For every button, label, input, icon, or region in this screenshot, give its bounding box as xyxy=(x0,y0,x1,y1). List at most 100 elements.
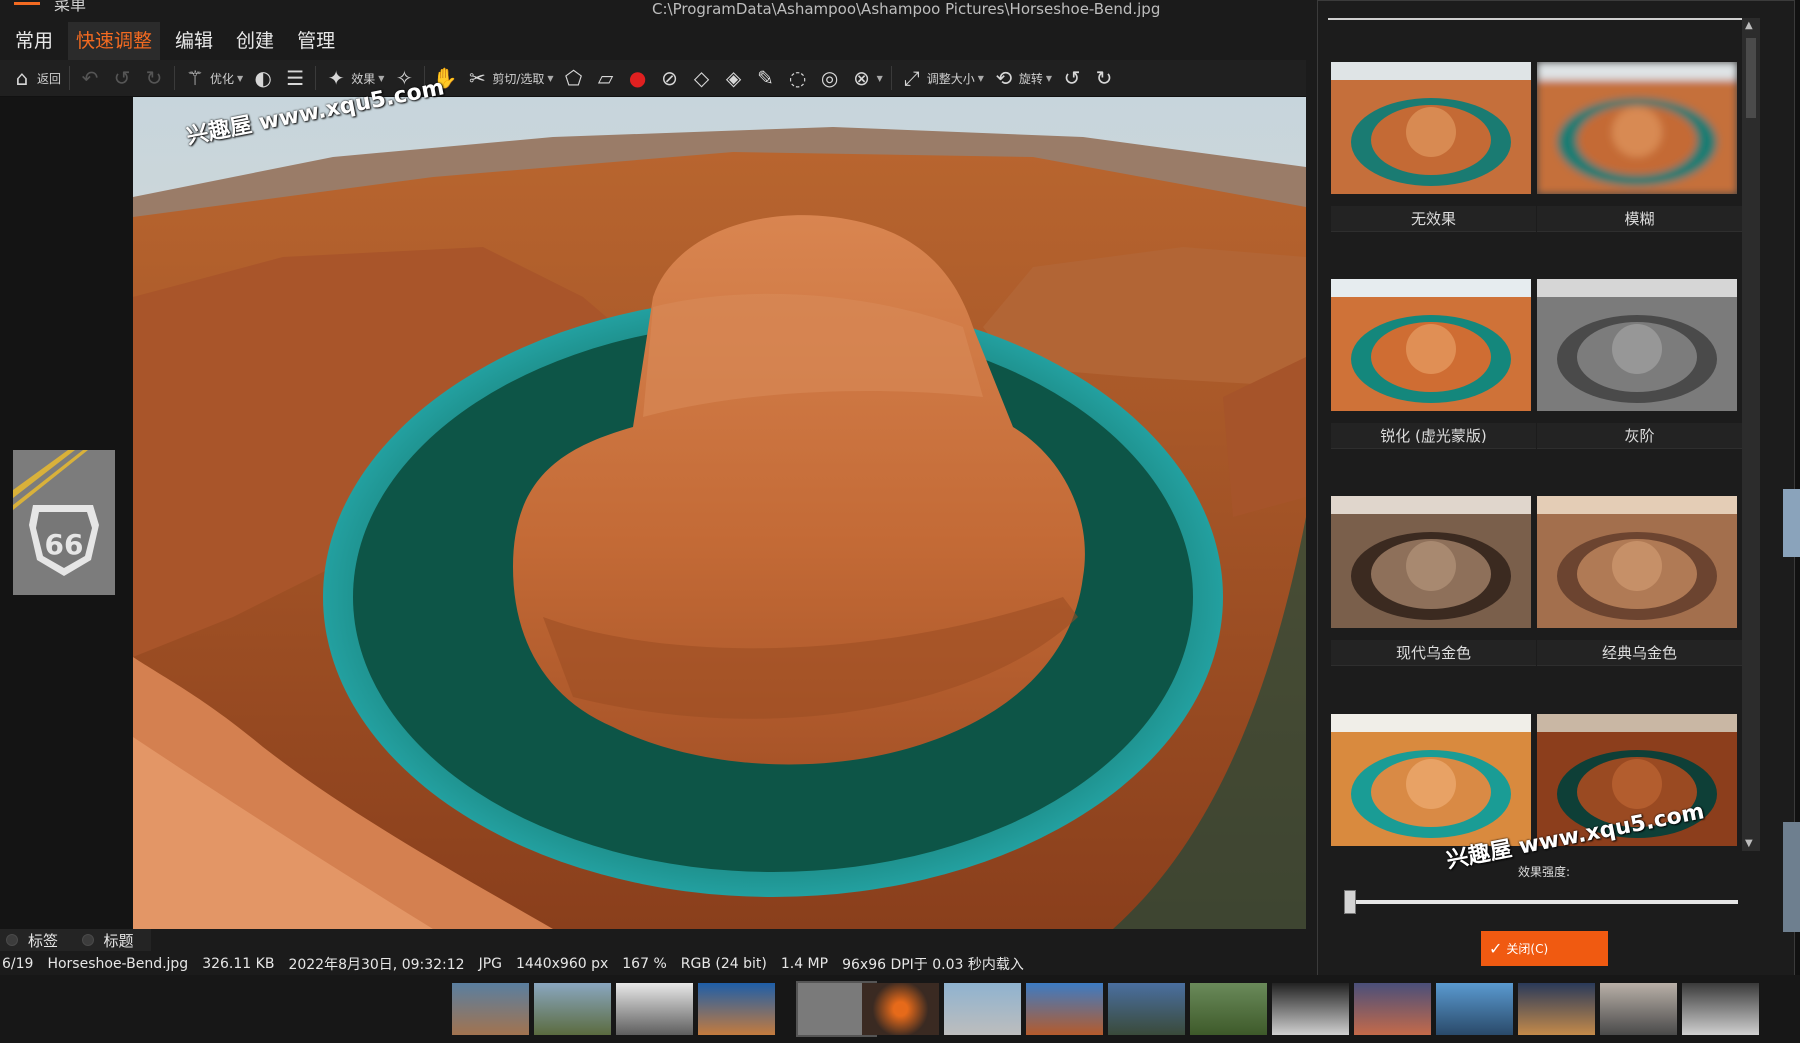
dropdown-arrow-icon: ▼ xyxy=(876,73,883,83)
status-bar: 6/19 Horseshoe-Bend.jpg 326.11 KB 2022年8… xyxy=(0,952,1306,975)
status-dpi-load: 96x96 DPI于 0.03 秒内载入 xyxy=(842,956,1024,973)
fill-button[interactable]: ◈ xyxy=(718,63,750,93)
brightness-icon: ◐ xyxy=(254,66,272,90)
effect-strength-slider-handle[interactable] xyxy=(1344,890,1356,914)
rotate-left-button[interactable]: ↺ xyxy=(1056,63,1088,93)
status-megapixels: 1.4 MP xyxy=(780,955,829,972)
rotate-button[interactable]: ⟲ 旋转 ▼ xyxy=(988,63,1056,93)
heal-button[interactable]: ⊗ ▼ xyxy=(846,63,887,93)
effect-label: 模糊 xyxy=(1537,206,1742,232)
clone-button[interactable]: ⊘ xyxy=(654,63,686,93)
toolbar: ⌂ 返回 ↶ ↺ ↻ ⚚ 优化 ▼ ◐ ☰ ✦ 效果 ▼ ✧ ✋ ✂ 剪切/选取… xyxy=(0,60,1306,97)
effects-scrollbar[interactable]: ▲ ▼ xyxy=(1742,18,1760,851)
undo-all-icon: ↶ xyxy=(81,66,99,90)
rotate-right-button[interactable]: ↻ xyxy=(1088,63,1120,93)
app-window: 菜单 C:\ProgramData\Ashampoo\Ashampoo Pict… xyxy=(0,0,1800,1043)
dropdown-arrow-icon: ▼ xyxy=(977,73,984,83)
redo-button[interactable]: ↻ xyxy=(138,63,170,93)
filmstrip-thumbnail[interactable] xyxy=(1600,983,1677,1035)
close-button[interactable]: ✓ 关闭(C) xyxy=(1481,931,1608,966)
effect-tile-modern-sepia[interactable]: 现代乌金色 xyxy=(1331,496,1536,666)
menu-icon[interactable] xyxy=(14,2,40,5)
menu-item-common[interactable]: 常用 xyxy=(7,22,61,60)
crop-label: 剪切/选取 xyxy=(492,71,545,86)
menu-item-edit[interactable]: 编辑 xyxy=(167,22,221,60)
scroll-up-icon[interactable]: ▲ xyxy=(1745,20,1753,31)
filmstrip-thumbnail[interactable] xyxy=(1190,983,1267,1035)
toolbar-divider xyxy=(315,66,317,90)
filmstrip-thumbnail[interactable] xyxy=(1518,983,1595,1035)
filmstrip-thumbnail[interactable] xyxy=(1682,983,1759,1035)
back-button[interactable]: ⌂ 返回 xyxy=(6,63,65,93)
resize-icon: ⤢ xyxy=(903,66,920,90)
straighten-button[interactable]: ▱ xyxy=(590,63,622,93)
perspective-button[interactable]: ⬠ xyxy=(558,63,590,93)
scroll-down-icon[interactable]: ▼ xyxy=(1745,838,1753,849)
menu-item-manage[interactable]: 管理 xyxy=(289,22,343,60)
filmstrip-thumbnail[interactable] xyxy=(534,983,611,1035)
title-toggle-icon xyxy=(81,934,94,946)
optimize-button[interactable]: ⚚ 优化 ▼ xyxy=(179,63,247,93)
effect-strength-slider[interactable] xyxy=(1348,900,1738,904)
sliders-icon: ☰ xyxy=(286,66,305,90)
red-eye-button[interactable]: ● xyxy=(622,63,654,93)
sparkle-icon: ✦ xyxy=(327,66,345,90)
resize-label: 调整大小 xyxy=(926,71,975,86)
title-bar: 菜单 C:\ProgramData\Ashampoo\Ashampoo Pict… xyxy=(0,0,1306,20)
filmstrip-thumbnail[interactable] xyxy=(1436,983,1513,1035)
undo-button[interactable]: ↺ xyxy=(106,63,138,93)
effect-tile-grayscale[interactable]: 灰阶 xyxy=(1537,279,1742,449)
check-icon: ✓ xyxy=(1489,939,1503,958)
effect-tile-classic-sepia[interactable]: 经典乌金色 xyxy=(1537,496,1742,666)
tab-title[interactable]: 标题 xyxy=(76,930,152,951)
clone-icon: ⊘ xyxy=(661,66,678,90)
effect-label: 经典乌金色 xyxy=(1537,640,1742,666)
effect-tile-none[interactable]: 无效果 xyxy=(1331,62,1536,232)
status-dimensions: 1440x960 px xyxy=(516,955,609,972)
status-filesize: 326.11 KB xyxy=(202,955,275,972)
filmstrip-thumbnail[interactable] xyxy=(698,983,775,1035)
menu-item-quick-adjust[interactable]: 快速调整 xyxy=(68,22,161,60)
eraser-button[interactable]: ◇ xyxy=(686,63,718,93)
tab-tags-label: 标签 xyxy=(28,931,59,950)
vignette-button[interactable]: ◎ xyxy=(814,63,846,93)
redo-icon: ↻ xyxy=(145,66,163,90)
effect-thumbnail xyxy=(1331,496,1531,628)
tab-tags[interactable]: 标签 xyxy=(0,930,76,951)
effect-tile-sharpen[interactable]: 锐化 (虚光蒙版) xyxy=(1331,279,1536,449)
crop-select-button[interactable]: ✂ 剪切/选取 ▼ xyxy=(461,63,557,93)
vignette-icon: ◎ xyxy=(820,66,839,90)
effect-tile-blur[interactable]: 模糊 xyxy=(1537,62,1742,232)
effect-thumbnail xyxy=(1537,496,1737,628)
adjust-button[interactable]: ☰ xyxy=(279,63,311,93)
brightness-button[interactable]: ◐ xyxy=(247,63,279,93)
dropdown-arrow-icon: ▼ xyxy=(1045,73,1053,83)
filmstrip-thumbnail[interactable] xyxy=(1108,983,1185,1035)
scroll-thumb[interactable] xyxy=(1746,38,1756,118)
tag-toggle-icon xyxy=(6,934,18,946)
main-image-canvas[interactable] xyxy=(133,97,1306,929)
filmstrip-thumbnail[interactable] xyxy=(1354,983,1431,1035)
resize-button[interactable]: ⤢ 调整大小 ▼ xyxy=(896,63,988,93)
effect-tile-vivid[interactable] xyxy=(1331,714,1531,846)
filmstrip-thumbnail[interactable] xyxy=(452,983,529,1035)
menu-item-create[interactable]: 创建 xyxy=(228,22,282,60)
filmstrip-thumbnail[interactable] xyxy=(862,983,939,1035)
lasso-button[interactable]: ◌ xyxy=(782,63,814,93)
effect-label: 现代乌金色 xyxy=(1331,640,1536,666)
pipette-button[interactable]: ✎ xyxy=(750,63,782,93)
filmstrip-thumbnail[interactable] xyxy=(1272,983,1349,1035)
filmstrip-thumbnail[interactable] xyxy=(616,983,693,1035)
status-color: RGB (24 bit) xyxy=(680,955,767,972)
main-menu-label[interactable]: 菜单 xyxy=(54,0,86,15)
effect-label: 无效果 xyxy=(1331,206,1536,232)
magic-wand-icon: ⚚ xyxy=(186,66,204,90)
filmstrip xyxy=(0,975,1800,1043)
status-date: 2022年8月30日, 09:32:12 xyxy=(288,956,465,973)
red-eye-icon: ● xyxy=(628,66,647,90)
previous-image-thumbnail[interactable]: 66 xyxy=(13,450,115,595)
filmstrip-thumbnail[interactable] xyxy=(944,983,1021,1035)
status-format: JPG xyxy=(478,955,502,972)
undo-all-button[interactable]: ↶ xyxy=(74,63,106,93)
filmstrip-thumbnail[interactable] xyxy=(1026,983,1103,1035)
